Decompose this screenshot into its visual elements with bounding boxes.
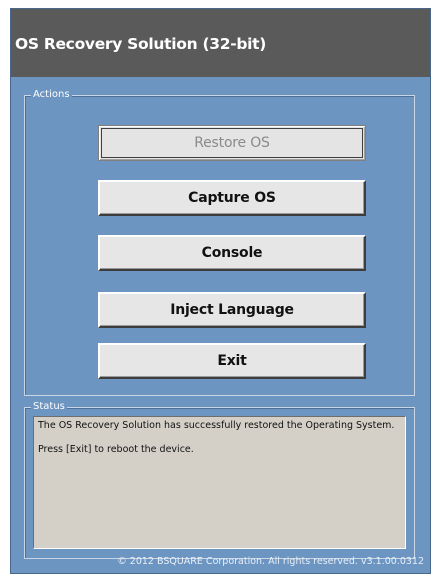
status-text-box[interactable]: The OS Recovery Solution has successfull…: [33, 416, 406, 549]
capture-os-label: Capture OS: [188, 190, 276, 206]
recovery-window: OS Recovery Solution (32-bit) Actions Re…: [10, 8, 431, 574]
restore-os-button[interactable]: Restore OS: [98, 125, 366, 161]
title-bar: OS Recovery Solution (32-bit): [11, 9, 430, 77]
console-label: Console: [201, 245, 263, 261]
status-instruction: Press [Exit] to reboot the device.: [38, 444, 194, 455]
status-group-label: Status: [31, 400, 67, 414]
restore-os-focus-border: [101, 128, 363, 158]
actions-group: Actions Restore OS Capture OS Console In…: [24, 88, 415, 396]
status-message: The OS Recovery Solution has successfull…: [38, 420, 395, 431]
exit-label: Exit: [217, 353, 247, 369]
actions-group-label: Actions: [31, 88, 72, 102]
window-title: OS Recovery Solution (32-bit): [15, 35, 267, 53]
capture-os-button[interactable]: Capture OS: [98, 180, 366, 216]
status-group: Status The OS Recovery Solution has succ…: [24, 400, 415, 559]
console-button[interactable]: Console: [98, 235, 366, 271]
inject-language-label: Inject Language: [170, 302, 294, 318]
inject-language-button[interactable]: Inject Language: [98, 292, 366, 328]
copyright-footer: © 2012 BSQUARE Corporation. All rights r…: [117, 556, 424, 567]
exit-button[interactable]: Exit: [98, 343, 366, 379]
